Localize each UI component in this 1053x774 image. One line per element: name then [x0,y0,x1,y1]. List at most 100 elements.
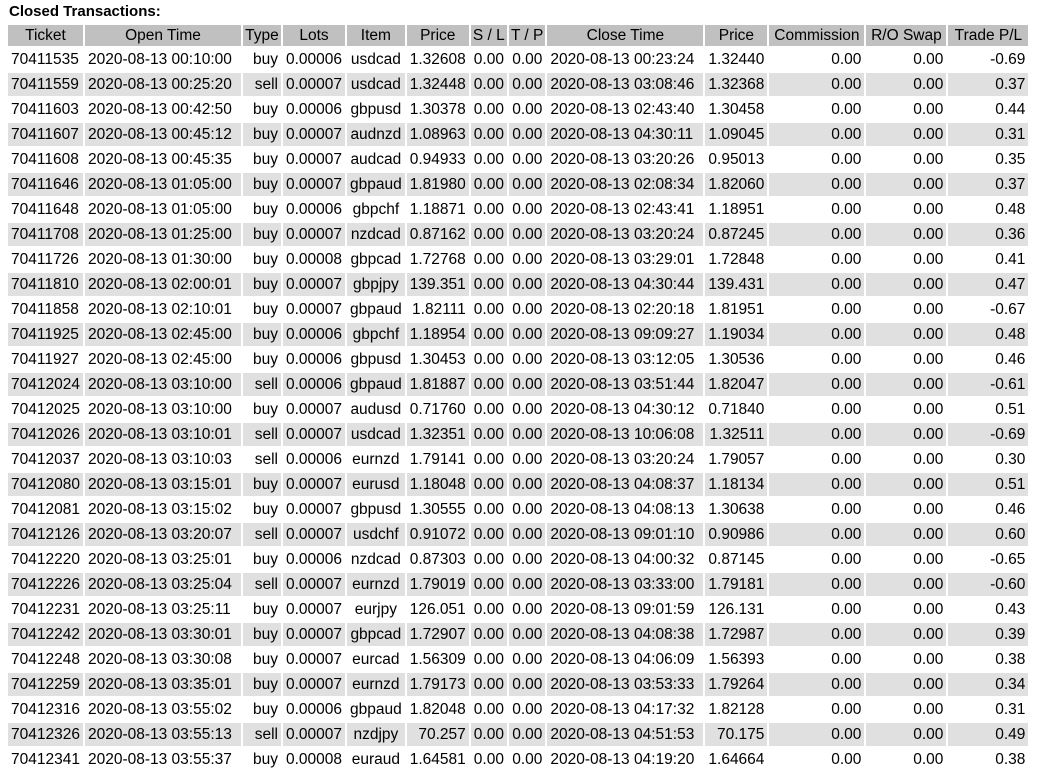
cell-swap: 0.00 [866,623,947,646]
cell-close-time: 2020-08-13 04:08:38 [547,623,704,646]
cell-take-profit: 0.00 [508,273,546,296]
col-header-open-time: Open Time [84,25,241,46]
cell-take-profit: 0.00 [512,650,543,668]
cell-item: usdcad [347,423,405,446]
cell-type: buy [252,550,278,568]
cell-commission: 0.00 [831,150,862,168]
cell-type: sell [242,523,281,546]
cell-take-profit: 0.00 [508,373,546,396]
cell-close-time: 2020-08-13 04:00:32 [550,550,695,568]
cell-take-profit: 0.00 [508,473,546,496]
cell-type: sell [242,373,281,396]
cell-ticket: 70412231 [11,600,80,618]
table-row: 70411925 2020-08-13 02:45:00 buy 0.00006 gbp… [8,323,1029,346]
cell-open-time: 2020-08-13 02:10:01 [87,300,232,318]
cell-close-price: 70.175 [705,723,768,746]
cell-close-price: 1.79181 [705,573,768,596]
table-row: 70411648 2020-08-13 01:05:00 buy 0.00006 gbp… [8,198,1028,221]
cell-commission: 0.00 [769,373,865,396]
cell-lots: 0.00008 [285,750,342,768]
cell-take-profit: 0.00 [508,73,546,96]
cell-swap: 0.00 [913,50,944,68]
col-header-stop-loss: S / L [470,25,507,46]
table-row: 70411708 2020-08-13 01:25:00 buy 0.00007 nzd… [8,223,1029,246]
cell-open-time: 2020-08-13 03:25:01 [87,550,232,568]
cell-close-time: 2020-08-13 04:08:13 [550,500,695,518]
cell-item: eurcad [352,650,400,668]
cell-lots: 0.00006 [285,350,342,368]
cell-close-price: 1.82047 [705,373,768,396]
cell-open-time: 2020-08-13 00:10:00 [87,50,232,68]
cell-close-price: 1.18951 [708,200,765,218]
table-row: 70411608 2020-08-13 00:45:35 buy 0.00007 aud… [8,148,1028,171]
cell-swap: 0.00 [913,500,944,518]
cell-type: buy [252,500,278,518]
cell-open-time: 2020-08-13 03:55:02 [87,700,232,718]
cell-trade-pl: -0.65 [990,550,1026,568]
cell-take-profit: 0.00 [512,750,543,768]
cell-stop-loss: 0.00 [470,523,507,546]
cell-open-price: 0.87303 [409,550,466,568]
cell-open-time: 2020-08-13 03:30:01 [84,623,241,646]
cell-lots: 0.00007 [282,123,345,146]
cell-close-time: 2020-08-13 03:20:26 [550,150,695,168]
cell-open-time: 2020-08-13 03:20:07 [84,523,241,546]
cell-open-time: 2020-08-13 00:45:12 [84,123,241,146]
cell-swap: 0.00 [866,273,947,296]
col-header-open-price: Price [406,25,469,46]
cell-open-price: 1.18954 [406,323,469,346]
cell-ticket: 70412126 [8,523,83,546]
cell-commission: 0.00 [769,323,865,346]
cell-trade-pl: 0.60 [948,523,1029,546]
cell-close-time: 2020-08-13 04:17:32 [550,700,695,718]
col-header-ticket: Ticket [8,25,83,46]
cell-stop-loss: 0.00 [470,723,507,746]
col-header-item: Item [347,25,405,46]
table-row: 70412080 2020-08-13 03:15:01 buy 0.00007 eur… [8,473,1029,496]
cell-ticket: 70412242 [8,623,83,646]
cell-commission: 0.00 [831,650,862,668]
table-row: 70412081 2020-08-13 03:15:02 buy 0.00007 gbp… [8,498,1028,521]
cell-lots: 0.00007 [282,223,345,246]
cell-item: audnzd [347,123,405,146]
cell-item: eurnzd [347,673,405,696]
cell-open-time: 2020-08-13 02:00:01 [84,273,241,296]
cell-swap: 0.00 [866,123,947,146]
cell-trade-pl: -0.60 [948,573,1029,596]
cell-close-price: 1.82060 [705,173,768,196]
cell-close-time: 2020-08-13 02:43:41 [550,200,695,218]
cell-stop-loss: 0.00 [470,123,507,146]
cell-swap: 0.00 [866,673,947,696]
cell-open-price: 1.81887 [406,373,469,396]
table-row: 70412026 2020-08-13 03:10:01 sell 0.00007 us… [8,423,1029,446]
cell-close-price: 1.72987 [705,623,768,646]
cell-open-price: 1.32351 [406,423,469,446]
cell-close-price: 0.71840 [708,400,765,418]
cell-close-price: 0.87245 [705,223,768,246]
cell-open-price: 1.30555 [409,500,466,518]
cell-take-profit: 0.00 [508,123,546,146]
cell-ticket: 70411925 [8,323,83,346]
cell-take-profit: 0.00 [512,250,543,268]
cell-open-time: 2020-08-13 03:55:37 [87,750,232,768]
cell-swap: 0.00 [866,473,947,496]
cell-open-time: 2020-08-13 00:45:35 [87,150,232,168]
cell-lots: 0.00007 [285,650,342,668]
cell-close-price: 126.131 [708,600,765,618]
table-row: 70411927 2020-08-13 02:45:00 buy 0.00006 gbp… [8,348,1028,371]
cell-item: gbpusd [350,100,402,118]
cell-type: sell [242,73,281,96]
table-row: 70412220 2020-08-13 03:25:01 buy 0.00006 nzd… [8,548,1028,571]
cell-close-time: 2020-08-13 03:51:44 [547,373,704,396]
cell-item: usdchf [347,523,405,546]
cell-swap: 0.00 [866,423,947,446]
cell-trade-pl: -0.61 [948,373,1029,396]
cell-item: gbpaud [347,173,405,196]
cell-ticket: 70411810 [8,273,83,296]
cell-close-time: 2020-08-13 09:01:59 [550,600,695,618]
cell-open-time: 2020-08-13 03:10:01 [84,423,241,446]
cell-ticket: 70412037 [11,450,80,468]
cell-item: gbpaud [350,300,402,318]
cell-stop-loss: 0.00 [470,573,507,596]
cell-close-time: 2020-08-13 04:30:11 [547,123,704,146]
